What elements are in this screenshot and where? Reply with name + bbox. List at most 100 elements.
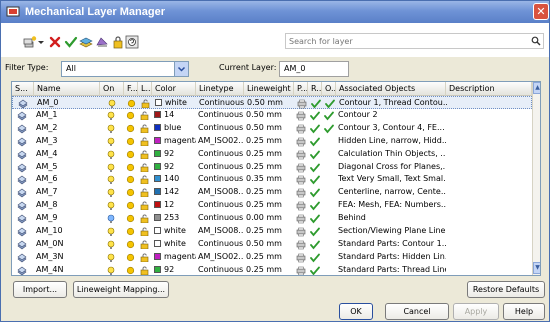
- plot-printer-icon[interactable]: [296, 253, 306, 263]
- table-row[interactable]: AM_4 92 Continuous 0.25 mm Calculation Thin …: [12, 148, 532, 161]
- restore-defaults-button[interactable]: Restore Defaults: [467, 281, 545, 298]
- freeze-sun-icon[interactable]: [126, 111, 135, 120]
- table-row[interactable]: AM_4N 92 Continuous 0.25 mm Standard Parts: …: [12, 264, 532, 276]
- layer-status-icon[interactable]: [17, 240, 27, 250]
- import-button[interactable]: Import...: [13, 281, 67, 298]
- freeze-sun-icon[interactable]: [127, 99, 136, 108]
- vertical-scrollbar[interactable]: ▲ ▼: [532, 82, 540, 275]
- layer-linetype[interactable]: Continuous: [196, 212, 244, 225]
- light-bulb-icon[interactable]: [107, 240, 115, 250]
- reference-check-icon[interactable]: [310, 253, 320, 263]
- layer-lineweight[interactable]: 0.25 mm: [244, 148, 294, 161]
- freeze-sun-icon[interactable]: [126, 227, 135, 236]
- plot-printer-icon[interactable]: [296, 266, 306, 276]
- override-check-icon[interactable]: [324, 124, 334, 134]
- light-bulb-icon[interactable]: [107, 124, 115, 134]
- reference-check-icon[interactable]: [310, 175, 320, 185]
- layer-status-icon[interactable]: [17, 266, 27, 276]
- light-bulb-icon[interactable]: [107, 214, 115, 224]
- layer-linetype[interactable]: AM_ISO02...: [196, 135, 244, 148]
- reference-check-icon[interactable]: [310, 124, 320, 134]
- layer-status-icon[interactable]: [17, 124, 27, 134]
- layer-lineweight[interactable]: 0.50 mm: [244, 238, 294, 251]
- freeze-sun-icon[interactable]: [126, 214, 135, 223]
- column-plot-header[interactable]: P...: [294, 82, 308, 96]
- layer-lineweight[interactable]: 0.00 mm: [244, 212, 294, 225]
- freeze-sun-icon[interactable]: [126, 188, 135, 197]
- layer-status-icon[interactable]: [17, 163, 27, 173]
- light-bulb-icon[interactable]: [107, 227, 115, 237]
- plot-printer-icon[interactable]: [296, 227, 306, 237]
- layer-linetype[interactable]: Continuous: [196, 264, 244, 275]
- plot-printer-icon[interactable]: [296, 240, 306, 250]
- layer-lineweight[interactable]: 0.25 mm: [244, 161, 294, 174]
- freeze-sun-icon[interactable]: [126, 137, 135, 146]
- layer-color[interactable]: 92: [152, 148, 196, 161]
- delete-layer-icon[interactable]: [48, 35, 62, 49]
- freeze-sun-icon[interactable]: [126, 163, 135, 172]
- new-layer-icon[interactable]: [23, 35, 37, 49]
- layer-lineweight[interactable]: 0.50 mm: [244, 122, 294, 135]
- table-row[interactable]: AM_10 white AM_ISO08... 0.25 mm Section/View…: [12, 225, 532, 238]
- reference-check-icon[interactable]: [310, 214, 320, 224]
- layer-states-icon[interactable]: [79, 35, 93, 49]
- unlock-icon[interactable]: [140, 111, 149, 120]
- freeze-sun-icon[interactable]: [126, 124, 135, 133]
- freeze-sun-icon[interactable]: [126, 150, 135, 159]
- unlock-icon[interactable]: [140, 266, 149, 275]
- lock-icon[interactable]: [111, 35, 125, 49]
- unlock-icon[interactable]: [140, 163, 149, 172]
- lineweight-mapping-button[interactable]: Lineweight Mapping...: [73, 281, 169, 298]
- table-row[interactable]: AM_5 92 Continuous 0.25 mm Diagonal Cross fo…: [12, 161, 532, 174]
- layer-linetype[interactable]: Continuous: [196, 109, 244, 122]
- table-row[interactable]: AM_3N magentaAM_ISO02...0.25 mm Standard P…: [12, 251, 532, 264]
- layer-color[interactable]: 92: [152, 264, 196, 275]
- column-associated-objects-header[interactable]: Associated Objects: [336, 82, 446, 96]
- table-row[interactable]: AM_2 blue Continuous 0.50 mm Contour 3, Cont…: [12, 122, 532, 135]
- layer-color[interactable]: 253: [152, 212, 196, 225]
- layer-lineweight[interactable]: 0.25 mm: [244, 199, 294, 212]
- reference-check-icon[interactable]: [310, 137, 320, 147]
- layer-lineweight[interactable]: 0.25 mm: [244, 135, 294, 148]
- column-linetype-header[interactable]: Linetype: [196, 82, 244, 96]
- layer-color[interactable]: blue: [152, 122, 196, 135]
- reference-check-icon[interactable]: [310, 201, 320, 211]
- layer-linetype[interactable]: Continuous: [196, 148, 244, 161]
- layer-color[interactable]: 12: [152, 199, 196, 212]
- column-override-header[interactable]: O...: [322, 82, 336, 96]
- plot-printer-icon[interactable]: [296, 163, 306, 173]
- layer-lineweight[interactable]: 0.25 mm: [244, 264, 294, 275]
- close-button[interactable]: ✕: [533, 3, 549, 20]
- layer-linetype[interactable]: Continuous: [196, 173, 244, 186]
- table-row[interactable]: AM_8 12 Continuous 0.25 mm FEA: Mesh, FEA: N…: [12, 199, 532, 212]
- plot-printer-icon[interactable]: [296, 188, 306, 198]
- unlock-icon[interactable]: [140, 214, 149, 224]
- layer-lineweight[interactable]: 0.50 mm: [244, 109, 294, 122]
- light-bulb-icon[interactable]: [107, 137, 115, 147]
- column-reference-header[interactable]: R...: [308, 82, 322, 96]
- set-current-icon[interactable]: [64, 35, 78, 49]
- layer-color[interactable]: 92: [152, 161, 196, 174]
- plot-printer-icon[interactable]: [296, 137, 306, 147]
- light-bulb-icon[interactable]: [107, 188, 115, 198]
- help-icon[interactable]: [125, 35, 139, 49]
- layer-status-icon[interactable]: [17, 150, 27, 160]
- column-color-header[interactable]: Color: [152, 82, 196, 96]
- layer-status-icon[interactable]: [18, 99, 28, 109]
- reference-check-icon[interactable]: [310, 188, 320, 198]
- unlock-icon[interactable]: [140, 150, 149, 159]
- column-lock-header[interactable]: L...: [138, 82, 152, 96]
- layer-linetype[interactable]: Continuous: [196, 122, 244, 135]
- layer-color[interactable]: 142: [152, 186, 196, 199]
- dropdown-arrow-icon[interactable]: [37, 35, 45, 49]
- reference-check-icon[interactable]: [311, 99, 321, 109]
- light-bulb-icon[interactable]: [107, 201, 115, 211]
- table-row[interactable]: AM_1 14 Continuous 0.50 mm Contour 2: [12, 109, 532, 122]
- layer-status-icon[interactable]: [17, 188, 27, 198]
- help-button[interactable]: Help: [503, 303, 545, 320]
- ok-button[interactable]: OK: [339, 303, 373, 320]
- freeze-sun-icon[interactable]: [126, 266, 135, 275]
- column-on-header[interactable]: On: [100, 82, 124, 96]
- layer-linetype[interactable]: AM_ISO02...: [196, 251, 244, 264]
- filter-type-select[interactable]: All: [61, 61, 189, 77]
